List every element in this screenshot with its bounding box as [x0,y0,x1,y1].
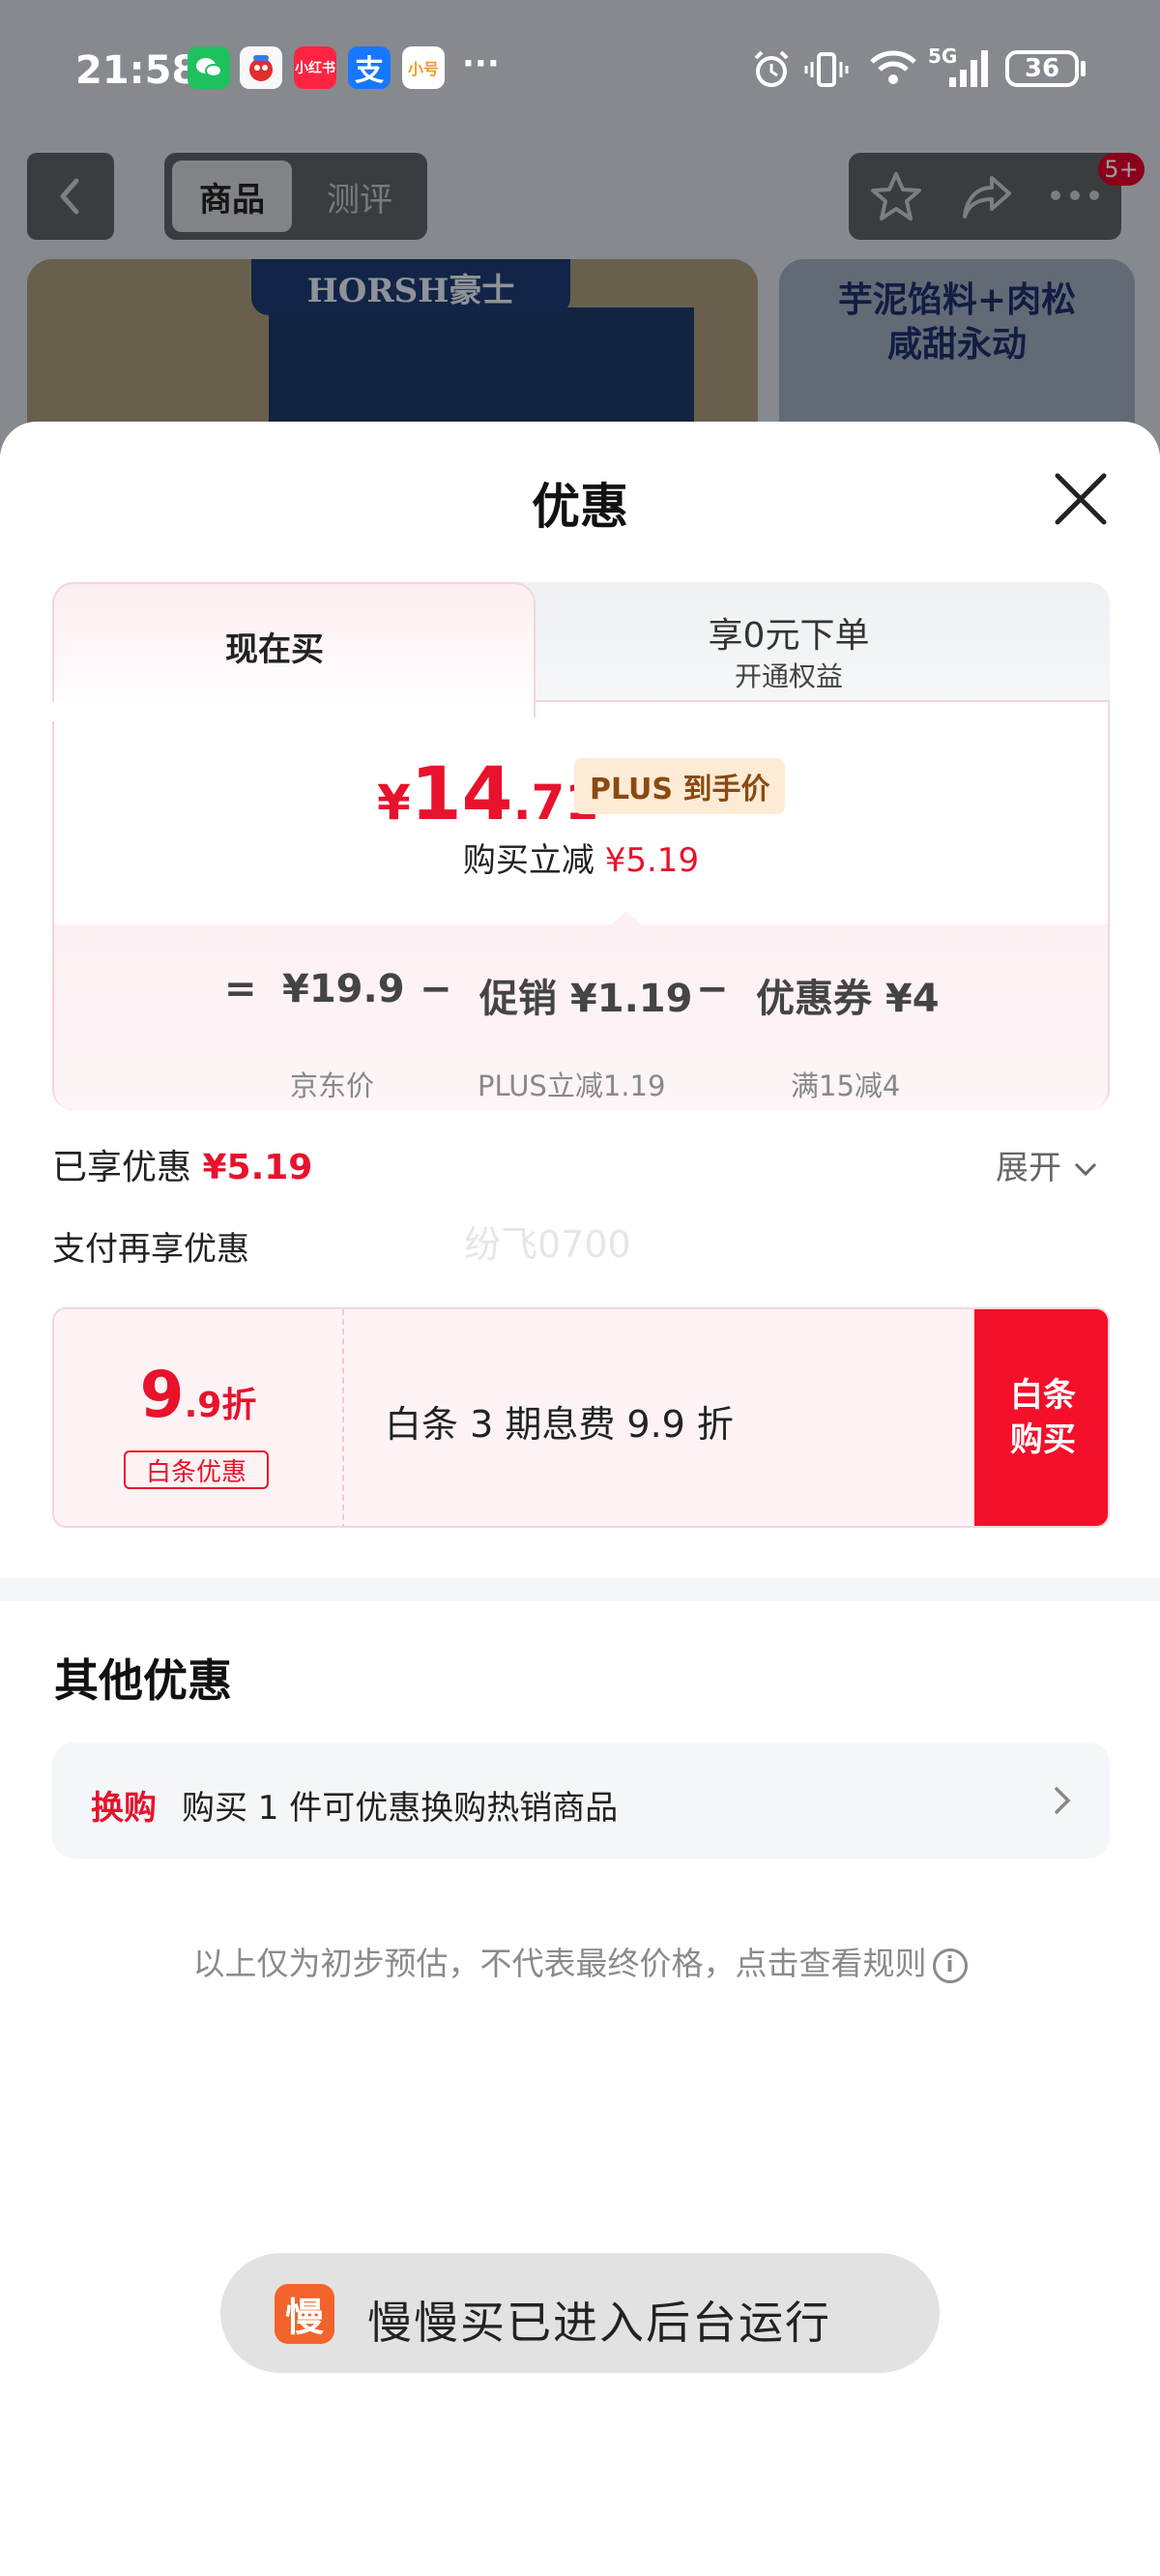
alarm-icon [754,50,789,87]
tab-join [52,702,532,721]
base-price: ¥19.9 [282,967,405,1011]
swap-tag: 换购 [91,1789,157,1828]
baitiao-tag: 白条优惠 [124,1450,269,1489]
baitiao-discount-value: 9.9折 [139,1358,257,1432]
coupon-label: 满15减4 [791,1069,901,1102]
vibrate-icon [804,52,849,87]
battery-tip [1081,61,1086,76]
mascot-icon [240,46,282,89]
background-product-page: HORSH豪士 芋泥馅料+肉松 咸甜永动 商品 测评 5+ 21:58 小红书 … [0,0,1160,454]
divider [342,1309,344,1526]
info-icon: i [932,1947,968,1983]
expand-button[interactable]: 展开 [996,1141,1099,1188]
battery-indicator: 36 [1005,50,1079,87]
other-offers-title: 其他优惠 [54,1654,232,1707]
wifi-icon [870,50,916,84]
tab-zero-order-sub: 开通权益 [734,660,843,692]
section-divider [0,1578,1160,1601]
plus-price-tag: PLUS 到手价 [574,758,786,814]
promo-deduction: 促销 ¥1.19 [479,977,693,1021]
price-card: 享0元下单 开通权益 ¥14.71 PLUS 到手价 购买立减 ¥5.19 = … [52,582,1110,1110]
final-price: ¥14.71 [377,750,599,836]
baitiao-offer-text: 白条 3 期息费 9.9 折 [385,1403,734,1446]
swap-offer-text: 购买 1 件可优惠换购热销商品 [182,1789,619,1828]
close-icon[interactable] [1046,464,1116,534]
base-price-label: 京东价 [290,1069,375,1102]
baitiao-offer-card[interactable]: 9.9折 白条优惠 白条 3 期息费 9.9 折 白条 购买 [52,1307,1110,1528]
promo-label: PLUS立减1.19 [478,1069,666,1102]
instant-reduction: 购买立减 ¥5.19 [462,841,700,880]
caret-up-icon [609,911,644,926]
chevron-right-icon [1055,1787,1071,1814]
wechat-icon [188,46,230,89]
disclaimer-link[interactable]: 以上仅为初步预估，不代表最终价格，点击查看规则 i [0,1938,1160,1984]
equals-sign: = [224,967,257,1011]
clock: 21:58 [75,48,199,93]
xiaohongshu-icon: 小红书 [294,46,336,89]
enjoyed-discount: 已享优惠 ¥5.19 [52,1148,313,1187]
pay-discount-title: 支付再享优惠 [52,1230,249,1269]
minus-sign: − [420,967,452,1011]
chevron-down-icon [1074,1162,1096,1177]
sheet-title: 优惠 [532,479,628,535]
baitiao-buy-button[interactable]: 白条 购买 [974,1309,1108,1526]
more-notifications-icon: ··· [462,44,500,83]
discount-sheet: 优惠 享0元下单 开通权益 ¥14.71 PLUS 到手价 购买立减 ¥5.19… [0,422,1160,2576]
minus-sign: − [696,967,729,1011]
watermark: 纷飞0700 [464,1223,631,1266]
expand-label: 展开 [996,1149,1061,1187]
manmanmai-app-icon: 慢 [275,2284,334,2344]
toast-message: 慢慢买已进入后台运行 [367,2297,831,2349]
tab-buy-now-label: 现在买 [225,630,324,669]
coupon-deduction: 优惠券 ¥4 [756,977,940,1021]
tab-zero-order-label: 享0元下单 [708,616,870,656]
alipay-icon: 支 [348,46,391,89]
signal-icon [949,50,988,87]
swap-offer-row[interactable]: 换购 购买 1 件可优惠换购热销商品 [52,1742,1110,1859]
status-bar: 21:58 小红书 支 小号 ··· 5G 36 [0,0,1160,135]
price-card-body: ¥14.71 PLUS 到手价 购买立减 ¥5.19 = ¥19.9 − 促销 … [52,700,1110,1110]
toast: 慢 慢慢买已进入后台运行 [220,2253,940,2373]
xiaohao-icon: 小号 [402,46,445,89]
